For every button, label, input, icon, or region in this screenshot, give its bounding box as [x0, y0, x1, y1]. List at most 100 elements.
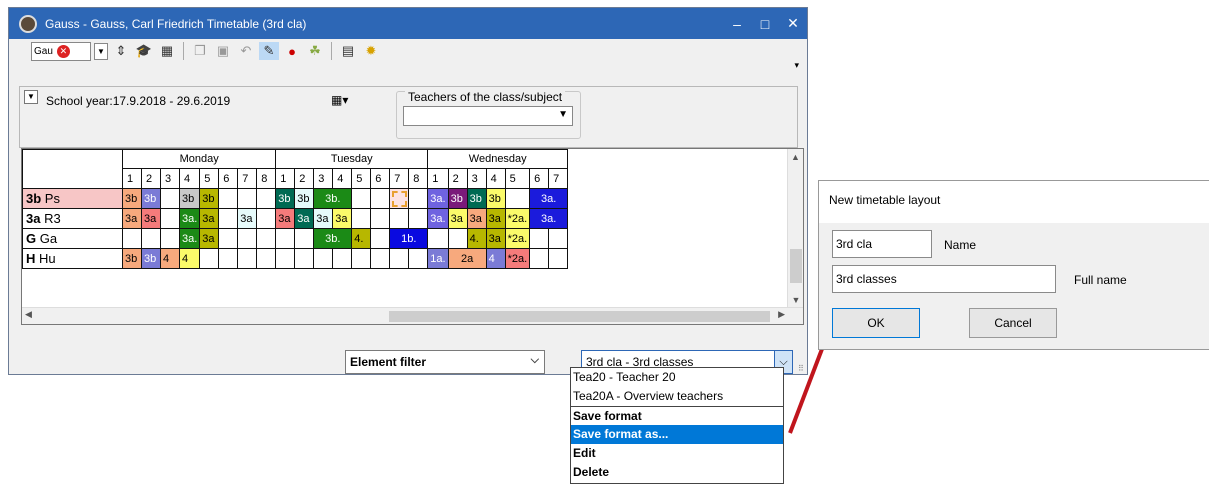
lesson-cell[interactable] [313, 248, 334, 269]
minimize-button[interactable]: – [723, 16, 751, 32]
lesson-cell[interactable] [199, 248, 220, 269]
lesson-cell[interactable] [447, 228, 468, 249]
lesson-cell[interactable]: 3a. [178, 208, 201, 229]
period-header[interactable]: 5 [504, 168, 531, 189]
lesson-cell[interactable] [370, 228, 391, 249]
lesson-cell[interactable]: 3b [294, 188, 315, 209]
lesson-cell[interactable] [370, 248, 391, 269]
lesson-cell[interactable] [256, 228, 277, 249]
period-header[interactable]: 4 [485, 168, 506, 189]
lesson-cell[interactable]: 4 [485, 248, 506, 269]
lesson-cell[interactable] [218, 188, 239, 209]
lesson-cell[interactable] [389, 208, 410, 229]
scroll-up-icon[interactable]: ▲ [788, 149, 803, 165]
row-header[interactable]: H Hu [22, 248, 123, 269]
lesson-cell[interactable] [332, 248, 353, 269]
row-header[interactable]: G Ga [22, 228, 123, 249]
lesson-cell[interactable] [408, 248, 429, 269]
day-header[interactable]: Monday [121, 149, 277, 169]
lesson-cell[interactable] [218, 228, 239, 249]
period-header[interactable]: 8 [408, 168, 429, 189]
period-header[interactable]: 6 [218, 168, 239, 189]
element-dropdown-button[interactable]: ▼ [94, 42, 108, 60]
lesson-cell[interactable]: 3b [122, 188, 142, 209]
period-header[interactable]: 2 [294, 168, 315, 189]
dropdown-item[interactable]: Tea20A - Overview teachers [571, 387, 783, 406]
undo-icon[interactable]: ↶ [236, 42, 256, 60]
people-icon[interactable]: ☘ [305, 42, 325, 60]
lesson-cell[interactable]: 3b [447, 188, 468, 209]
lesson-cell[interactable] [548, 248, 569, 269]
lesson-cell[interactable] [256, 208, 277, 229]
lesson-cell[interactable] [160, 208, 180, 229]
scroll-thumb[interactable] [790, 249, 802, 283]
teachers-select[interactable]: ▼ [403, 106, 573, 126]
edit-icon[interactable]: ✎ [259, 42, 279, 60]
graduation-cap-icon[interactable]: 🎓 [134, 42, 154, 60]
lesson-cell[interactable]: 3b [199, 188, 220, 209]
day-header[interactable]: Wednesday [427, 149, 569, 169]
ok-button[interactable]: OK [832, 308, 920, 338]
period-header[interactable]: 6 [529, 168, 550, 189]
name-input[interactable] [832, 230, 932, 258]
lesson-cell[interactable]: 3a [275, 208, 296, 229]
period-header[interactable]: 1 [427, 168, 449, 189]
period-header[interactable]: 3 [313, 168, 334, 189]
period-header[interactable]: 7 [237, 168, 258, 189]
settings-icon[interactable]: ✹ [361, 42, 381, 60]
lesson-cell[interactable] [294, 228, 315, 249]
lesson-cell[interactable]: 2a [447, 248, 487, 269]
lesson-cell[interactable] [256, 188, 277, 209]
lesson-cell[interactable]: 4. [466, 228, 487, 249]
period-header[interactable]: 5 [351, 168, 372, 189]
lesson-cell[interactable] [351, 208, 372, 229]
lesson-cell[interactable]: 3b [466, 188, 487, 209]
lesson-cell[interactable]: 3a [485, 208, 506, 229]
lesson-cell[interactable]: 3a [237, 208, 258, 229]
scroll-thumb[interactable] [389, 311, 770, 322]
period-header[interactable]: 6 [370, 168, 391, 189]
close-button[interactable]: ✕ [779, 15, 807, 32]
lesson-cell[interactable] [351, 188, 372, 209]
period-header[interactable]: 4 [332, 168, 353, 189]
period-header[interactable]: 5 [199, 168, 220, 189]
lesson-cell[interactable] [122, 228, 142, 249]
lesson-cell[interactable]: 3a. [427, 188, 449, 209]
lesson-cell[interactable] [370, 188, 391, 209]
lesson-cell[interactable]: 3a [199, 208, 220, 229]
lesson-cell[interactable] [529, 248, 550, 269]
title-bar[interactable]: Gauss - Gauss, Carl Friedrich Timetable … [9, 8, 807, 39]
print-icon[interactable]: ▤ [338, 42, 358, 60]
split-icon[interactable]: ▦ [157, 42, 177, 60]
scroll-left-icon[interactable]: ◀ [25, 309, 32, 320]
lesson-cell[interactable]: 3a [313, 208, 334, 229]
lesson-cell[interactable]: 3b [275, 188, 296, 209]
lesson-cell[interactable] [370, 208, 391, 229]
lesson-cell[interactable] [218, 248, 239, 269]
period-header[interactable]: 1 [122, 168, 142, 189]
period-header[interactable]: 1 [275, 168, 296, 189]
lesson-cell[interactable]: 3b. [313, 188, 353, 209]
lesson-cell[interactable]: 4 [178, 248, 201, 269]
pin-icon[interactable]: ● [282, 42, 302, 60]
element-combo[interactable]: Gau ✕ [31, 41, 91, 61]
lesson-cell[interactable] [256, 248, 277, 269]
lesson-cell[interactable] [548, 228, 569, 249]
lesson-cell[interactable] [218, 208, 239, 229]
lesson-cell[interactable] [408, 188, 429, 209]
lesson-cell[interactable]: *2a. [504, 248, 531, 269]
lesson-cell[interactable]: *2a. [504, 228, 531, 249]
day-header[interactable]: Tuesday [275, 149, 429, 169]
lesson-cell[interactable] [294, 248, 315, 269]
clear-icon[interactable]: ✕ [56, 44, 70, 58]
period-header[interactable]: 2 [141, 168, 161, 189]
lesson-cell[interactable] [160, 228, 180, 249]
lesson-cell[interactable] [237, 228, 258, 249]
lesson-cell[interactable]: 3a. [529, 188, 569, 209]
lesson-cell[interactable] [427, 228, 449, 249]
lesson-cell[interactable]: 3a [332, 208, 353, 229]
lesson-cell[interactable]: 3b [122, 248, 142, 269]
lesson-cell[interactable]: 3a. [178, 228, 201, 249]
maximize-button[interactable]: □ [751, 16, 779, 32]
lesson-cell[interactable] [237, 188, 258, 209]
